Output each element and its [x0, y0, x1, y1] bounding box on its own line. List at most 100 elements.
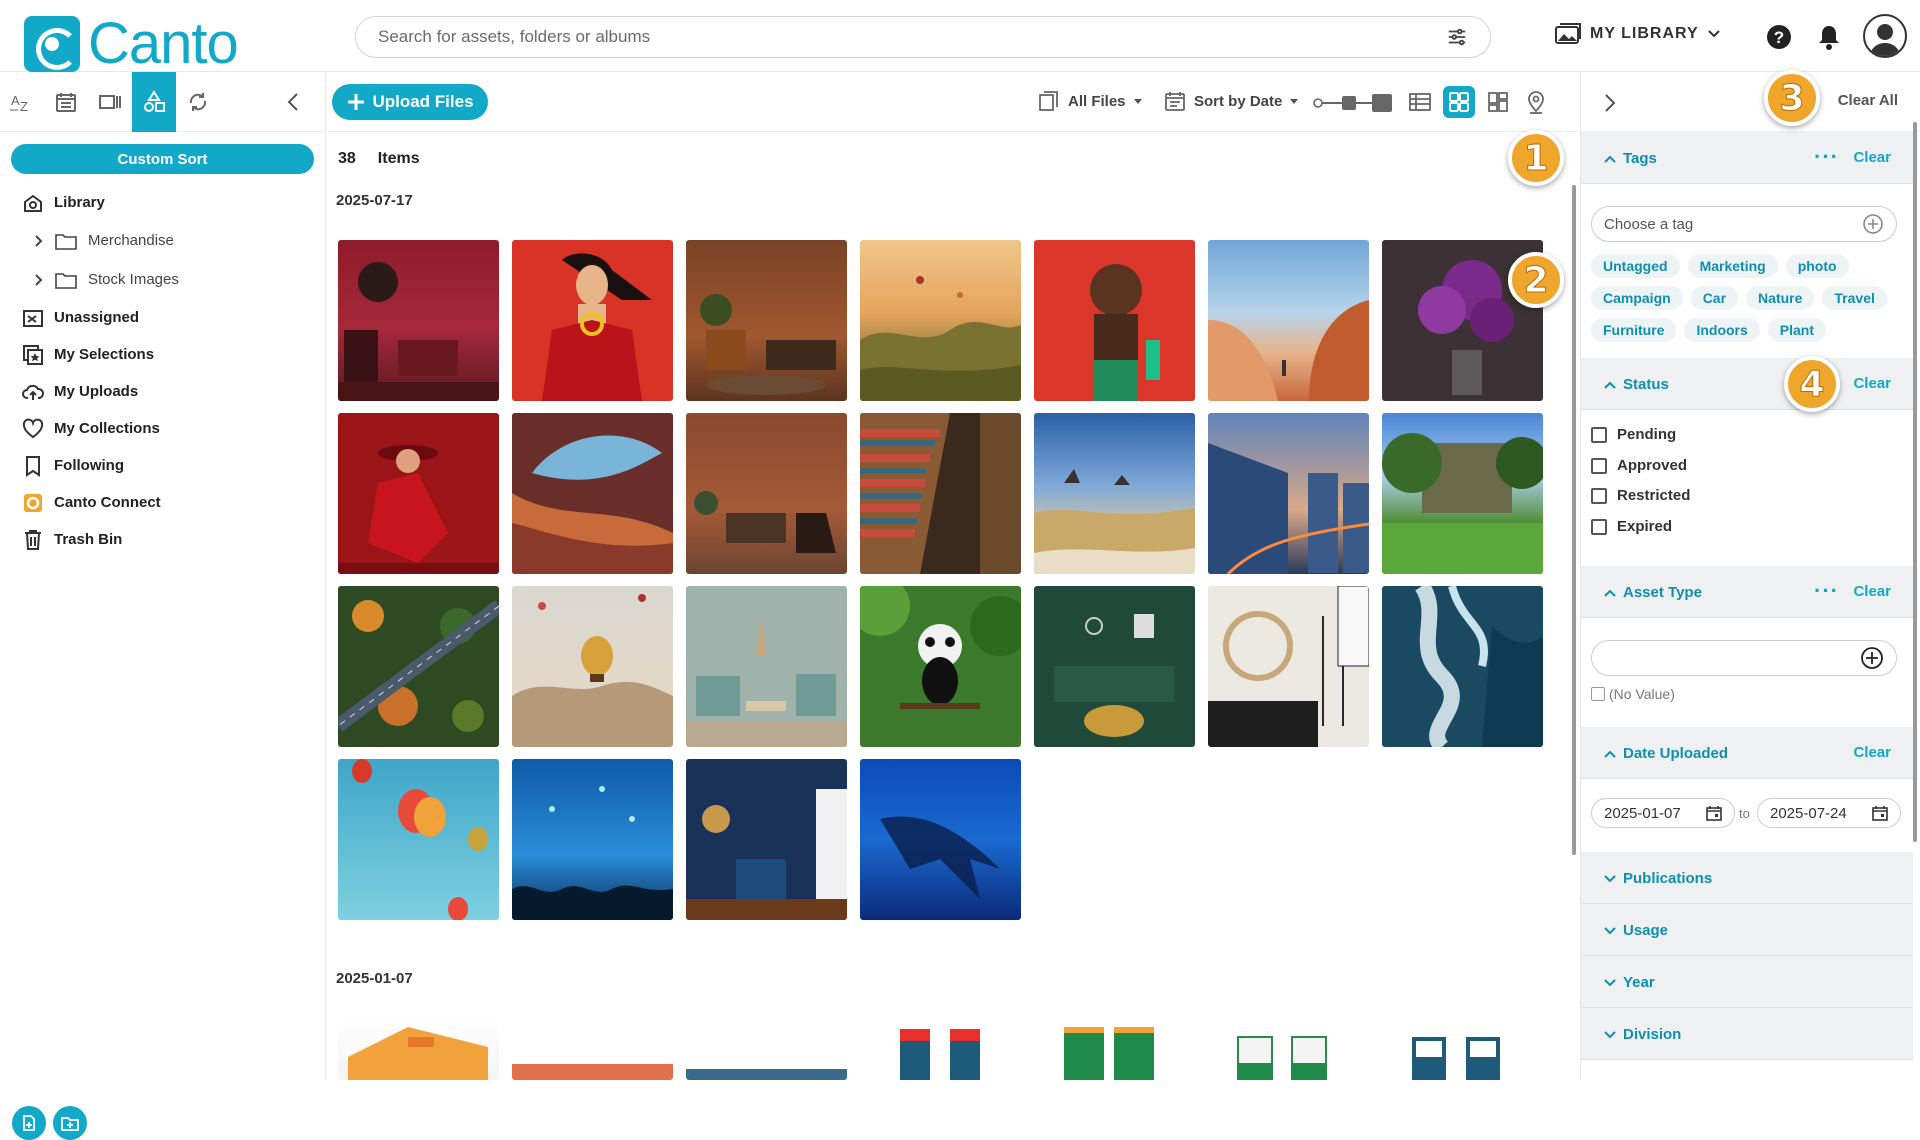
tag-chip[interactable]: Travel — [1822, 286, 1887, 310]
asset-thumbnail[interactable] — [860, 240, 1021, 401]
tab-albums[interactable] — [88, 72, 132, 132]
asset-thumbnail[interactable] — [686, 413, 847, 574]
tags-clear-button[interactable]: Clear — [1853, 149, 1891, 166]
asset-thumbnail[interactable] — [860, 586, 1021, 747]
asset-thumbnail[interactable] — [1208, 1017, 1369, 1080]
usage-section-header[interactable]: Usage — [1581, 904, 1913, 956]
thumbnail-size-slider[interactable] — [1312, 92, 1394, 114]
tab-sync[interactable] — [176, 72, 220, 132]
status-clear-button[interactable]: Clear — [1853, 375, 1891, 392]
upload-files-button[interactable]: Upload Files — [332, 84, 488, 120]
status-section-toggle[interactable]: Status — [1603, 376, 1669, 393]
asset-thumbnail[interactable] — [1034, 240, 1195, 401]
status-option-expired[interactable]: Expired — [1591, 518, 1672, 535]
help-icon[interactable]: ? — [1764, 22, 1794, 52]
grid-view-button[interactable] — [1443, 86, 1475, 118]
add-circle-icon[interactable] — [1862, 213, 1884, 235]
sidebar-item-following[interactable]: Following — [0, 447, 325, 484]
tab-sort-alpha[interactable]: AZ — [0, 72, 44, 132]
date-to-field[interactable]: 2025-07-24 — [1757, 798, 1901, 828]
asset-thumbnail[interactable] — [1034, 586, 1195, 747]
sidebar-item-canto-connect[interactable]: Canto Connect — [0, 484, 325, 521]
date-from-field[interactable]: 2025-01-07 — [1591, 798, 1735, 828]
sidebar-item-my-selections[interactable]: My Selections — [0, 336, 325, 373]
asset-type-section-toggle[interactable]: Asset Type — [1603, 584, 1702, 601]
custom-sort-button[interactable]: Custom Sort — [11, 144, 314, 174]
tag-chip[interactable]: Marketing — [1687, 254, 1778, 278]
chevron-right-icon[interactable] — [34, 234, 44, 248]
more-options-icon[interactable]: ··· — [1814, 144, 1839, 170]
asset-thumbnail[interactable] — [860, 759, 1021, 920]
all-files-dropdown[interactable]: All Files — [1038, 90, 1142, 112]
checkbox[interactable] — [1591, 518, 1607, 535]
tab-sort-date[interactable] — [44, 72, 88, 132]
asset-thumbnail[interactable] — [512, 413, 673, 574]
asset-thumbnail[interactable] — [338, 1017, 499, 1080]
clear-all-button[interactable]: Clear All — [1838, 92, 1898, 109]
asset-thumbnail[interactable] — [686, 586, 847, 747]
year-section-toggle[interactable]: Year — [1603, 974, 1655, 991]
expand-panel-icon[interactable] — [1603, 92, 1617, 114]
asset-thumbnail[interactable] — [1382, 1017, 1543, 1080]
collapse-sidebar-icon[interactable] — [285, 91, 301, 113]
status-option-restricted[interactable]: Restricted — [1591, 487, 1690, 504]
content-scrollbar[interactable] — [1572, 185, 1576, 855]
asset-thumbnail[interactable] — [512, 1017, 673, 1080]
asset-type-clear-button[interactable]: Clear — [1853, 583, 1891, 600]
checkbox[interactable] — [1591, 487, 1607, 504]
filter-panel-scrollbar[interactable] — [1913, 122, 1917, 842]
asset-thumbnail[interactable] — [686, 240, 847, 401]
notification-bell-icon[interactable] — [1814, 22, 1844, 52]
asset-thumbnail[interactable] — [512, 586, 673, 747]
tag-chip[interactable]: Car — [1690, 286, 1739, 310]
tags-section-toggle[interactable]: Tags — [1603, 150, 1657, 167]
search-input[interactable] — [378, 27, 1446, 47]
tag-chip[interactable]: Plant — [1767, 318, 1827, 342]
asset-thumbnail[interactable] — [1034, 1017, 1195, 1080]
calendar-icon[interactable] — [1872, 805, 1888, 821]
canto-logo[interactable]: Canto — [24, 10, 239, 77]
more-options-icon[interactable]: ··· — [1814, 578, 1839, 604]
sidebar-item-unassigned[interactable]: Unassigned — [0, 299, 325, 336]
asset-thumbnail[interactable] — [512, 240, 673, 401]
filter-settings-icon[interactable] — [1446, 26, 1468, 48]
tag-chip[interactable]: Furniture — [1591, 318, 1677, 342]
tag-chip[interactable]: Nature — [1746, 286, 1815, 310]
tag-chip[interactable]: photo — [1785, 254, 1849, 278]
tag-chip[interactable]: Untagged — [1591, 254, 1680, 278]
asset-thumbnail[interactable] — [512, 759, 673, 920]
status-option-approved[interactable]: Approved — [1591, 457, 1687, 474]
usage-section-toggle[interactable]: Usage — [1603, 922, 1668, 939]
sidebar-item-library[interactable]: Library — [0, 184, 325, 221]
asset-thumbnail[interactable] — [338, 586, 499, 747]
asset-thumbnail[interactable] — [338, 240, 499, 401]
sidebar-item-stock-images[interactable]: Stock Images — [0, 260, 325, 299]
asset-thumbnail[interactable] — [860, 413, 1021, 574]
asset-thumbnail[interactable] — [686, 759, 847, 920]
calendar-icon[interactable] — [1706, 805, 1722, 821]
add-circle-icon[interactable] — [1860, 646, 1884, 670]
user-avatar[interactable] — [1863, 14, 1907, 58]
choose-tag-input[interactable]: Choose a tag — [1591, 206, 1897, 242]
sidebar-item-trash-bin[interactable]: Trash Bin — [0, 521, 325, 558]
sidebar-item-my-collections[interactable]: My Collections — [0, 410, 325, 447]
list-view-button[interactable] — [1404, 86, 1436, 118]
asset-thumbnail[interactable] — [1208, 240, 1369, 401]
asset-thumbnail[interactable] — [1382, 586, 1543, 747]
asset-thumbnail[interactable] — [1034, 413, 1195, 574]
asset-thumbnail[interactable] — [338, 759, 499, 920]
asset-thumbnail[interactable] — [1208, 586, 1369, 747]
division-section-header[interactable]: Division — [1581, 1008, 1913, 1060]
add-folder-button[interactable] — [53, 1106, 87, 1140]
checkbox[interactable] — [1591, 457, 1607, 474]
sidebar-item-my-uploads[interactable]: My Uploads — [0, 373, 325, 410]
date-uploaded-section-toggle[interactable]: Date Uploaded — [1603, 745, 1728, 762]
tag-chip[interactable]: Campaign — [1591, 286, 1683, 310]
tab-custom-sort[interactable] — [132, 71, 176, 132]
status-option-pending[interactable]: Pending — [1591, 426, 1676, 443]
asset-thumbnail[interactable] — [338, 413, 499, 574]
library-selector[interactable]: MY LIBRARY — [1554, 22, 1721, 46]
asset-type-no-value[interactable]: (No Value) — [1591, 686, 1675, 702]
masonry-view-button[interactable] — [1482, 86, 1514, 118]
date-uploaded-clear-button[interactable]: Clear — [1853, 744, 1891, 761]
